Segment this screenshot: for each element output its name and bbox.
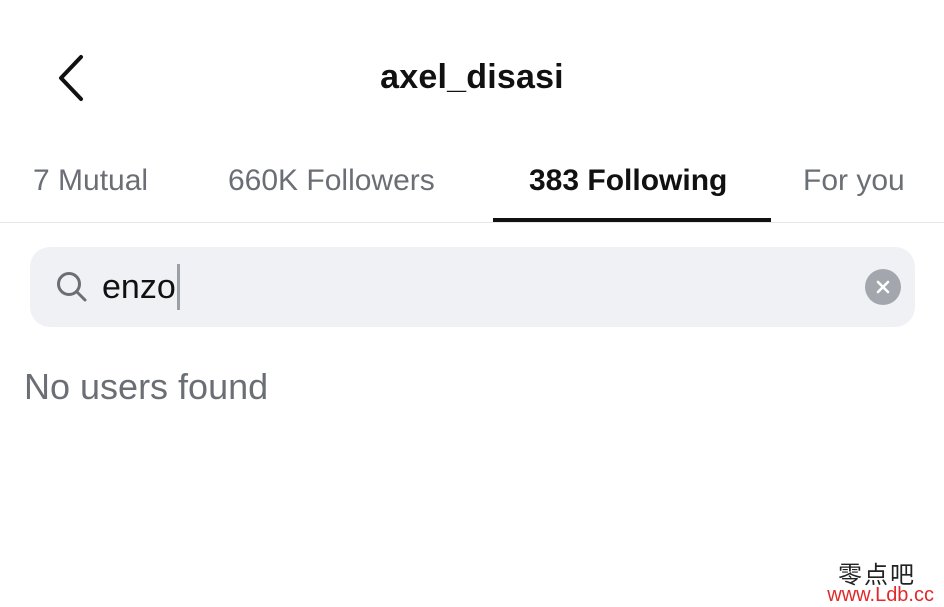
clear-search-button[interactable] [865,269,901,305]
tab-following[interactable]: 383 Following [529,140,727,222]
header: axel_disasi [0,0,944,140]
tab-bar: 7 Mutual 660K Followers 383 Following Fo… [0,140,944,223]
tab-for-you[interactable]: For you [803,140,905,222]
search-bar[interactable]: enzo [30,247,915,327]
text-caret [176,264,180,310]
search-icon [57,272,87,302]
page-title: axel_disasi [380,58,564,96]
tab-followers[interactable]: 660K Followers [228,140,435,222]
tab-mutual[interactable]: 7 Mutual [33,140,148,222]
search-input[interactable]: enzo [102,263,842,311]
search-input-value: enzo [102,268,176,306]
clear-icon [876,280,890,294]
active-tab-indicator [493,218,771,222]
empty-results-message: No users found [24,366,269,407]
watermark-url: www.Ldb.cc [827,584,934,606]
